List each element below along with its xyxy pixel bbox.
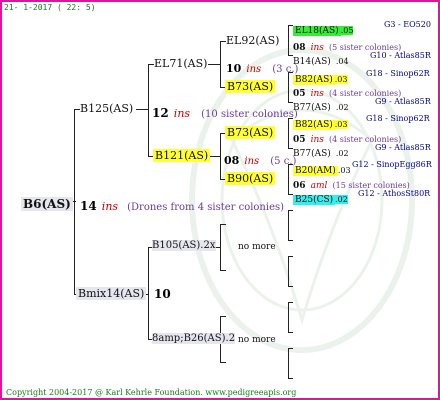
- el92-drone-info: 10 ins (3 c.): [226, 62, 299, 75]
- b121-drone-info: 08 ins (5 c.): [224, 154, 297, 167]
- report-date: 21- 1-2017 ( 22: 5): [4, 3, 96, 12]
- gen5-ref-b25: G12 - AthosSt80R: [358, 189, 431, 198]
- queen-bmix14[interactable]: Bmix14(AS): [76, 287, 147, 300]
- gen5-ref-el18: G3 - EO520: [384, 20, 431, 29]
- root-queen-name[interactable]: B6(AS): [21, 197, 73, 211]
- queen-b105[interactable]: B105(AS).2x: [152, 240, 216, 251]
- queen-b125[interactable]: B125(AS): [80, 102, 133, 115]
- root-drone-info: 14 ins (Drones from 4 sister colonies): [80, 199, 285, 213]
- b125-drone-info: 12 ins (10 sister colonies): [152, 106, 298, 120]
- bmix14-count: 10: [154, 287, 171, 301]
- queen-el71[interactable]: EL71(AS): [154, 57, 207, 70]
- queen-b90[interactable]: B90(AS): [225, 172, 276, 185]
- copyright-footer: Copyright 2004-2017 @ Karl Kehrle Founda…: [6, 388, 297, 397]
- queen-b26[interactable]: 8amp;B26(AS).2: [152, 333, 236, 344]
- gen5-ref-b82-a: G18 - Sinop62R: [366, 69, 430, 78]
- pedigree-frame: 21- 1-2017 ( 22: 5) B6(AS) 14 ins (Drone…: [0, 0, 440, 400]
- queen-b73-a[interactable]: B73(AS): [225, 80, 276, 93]
- b105-no-more: no more: [238, 242, 276, 252]
- gen5-ref-b20: G12 - SinopEgg86R: [352, 160, 432, 169]
- gen5-ref-b77-a: G9 - Atlas85R: [375, 97, 431, 106]
- gen5-ref-b14: G10 - Atlas85R: [370, 51, 431, 60]
- b26-no-more: no more: [238, 335, 276, 345]
- gen5-row-b25[interactable]: B25(CS) .02: [293, 187, 348, 206]
- queen-el92[interactable]: EL92(AS): [226, 34, 279, 47]
- gen5-row-b14[interactable]: B14(AS) .04: [293, 49, 349, 68]
- gen5-ref-b82-b: G18 - Sinop62R: [366, 114, 430, 123]
- root-queen[interactable]: B6(AS): [21, 193, 73, 212]
- queen-b73-b[interactable]: B73(AS): [225, 126, 276, 139]
- gen5-ref-b77-b: G9 - Atlas85R: [375, 143, 431, 152]
- queen-b121[interactable]: B121(AS): [153, 149, 211, 162]
